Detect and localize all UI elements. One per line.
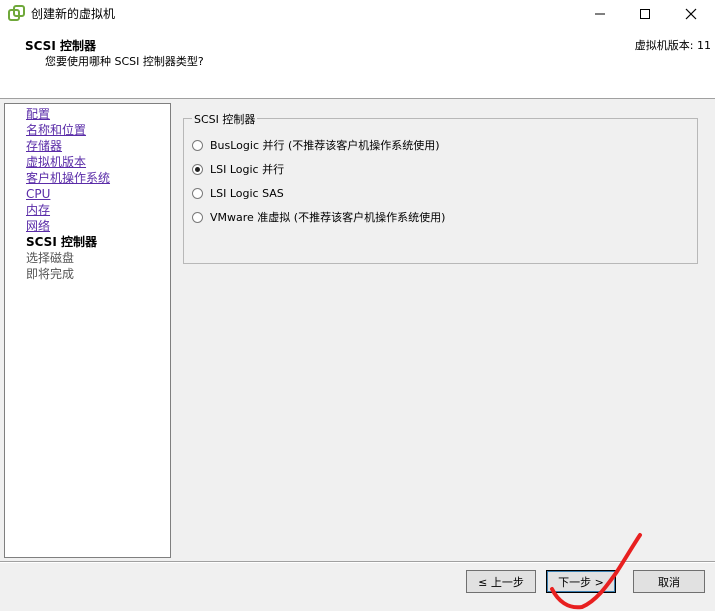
nav-step-network[interactable]: 网络 [26,218,50,234]
maximize-button[interactable] [622,0,668,28]
nav-step-cpu[interactable]: CPU [26,186,50,202]
back-button[interactable]: ≤ 上一步 [466,570,536,593]
nav-step-memory[interactable]: 内存 [26,202,50,218]
title-bar: 创建新的虚拟机 [0,0,715,29]
nav-step-scsi-controller: SCSI 控制器 [26,234,97,250]
option-label: BusLogic 并行 (不推荐该客户机操作系统使用) [210,137,440,153]
nav-step-name-location[interactable]: 名称和位置 [26,122,86,138]
wizard-steps-nav: 配置 名称和位置 存储器 虚拟机版本 客户机操作系统 CPU 内存 网络 SCS… [4,103,171,558]
next-button[interactable]: 下一步 > [546,570,616,593]
radio-vmware-paravirtual[interactable] [192,212,203,223]
option-lsi-logic-parallel[interactable]: LSI Logic 并行 [192,161,284,177]
option-label: LSI Logic SAS [210,187,284,200]
radio-buslogic[interactable] [192,140,203,151]
nav-step-select-disk: 选择磁盘 [26,250,74,266]
vmware-app-icon [8,5,26,23]
option-buslogic[interactable]: BusLogic 并行 (不推荐该客户机操作系统使用) [192,137,440,153]
nav-step-storage[interactable]: 存储器 [26,138,62,154]
minimize-button[interactable] [577,0,623,28]
radio-lsi-logic-parallel[interactable] [192,164,203,175]
wizard-header: SCSI 控制器 您要使用哪种 SCSI 控制器类型? 虚拟机版本: 11 [0,28,715,99]
page-subtitle: 您要使用哪种 SCSI 控制器类型? [45,53,204,69]
option-label: LSI Logic 并行 [210,161,284,177]
maximize-icon [639,8,651,20]
wizard-content: SCSI 控制器 BusLogic 并行 (不推荐该客户机操作系统使用) LSI… [176,103,711,558]
nav-step-ready: 即将完成 [26,266,74,282]
nav-step-vm-version[interactable]: 虚拟机版本 [26,154,86,170]
option-lsi-logic-sas[interactable]: LSI Logic SAS [192,185,284,201]
nav-step-guest-os[interactable]: 客户机操作系统 [26,170,110,186]
scsi-controller-group: SCSI 控制器 BusLogic 并行 (不推荐该客户机操作系统使用) LSI… [183,118,698,264]
cancel-button[interactable]: 取消 [633,570,705,593]
minimize-icon [594,8,606,20]
window-title: 创建新的虚拟机 [31,5,115,22]
page-title: SCSI 控制器 [25,37,96,54]
footer-separator [0,561,715,563]
vm-version-label: 虚拟机版本: 11 [635,37,711,53]
close-button[interactable] [668,0,714,28]
radio-lsi-logic-sas[interactable] [192,188,203,199]
nav-step-config[interactable]: 配置 [26,106,50,122]
option-vmware-paravirtual[interactable]: VMware 准虚拟 (不推荐该客户机操作系统使用) [192,209,445,225]
group-legend: SCSI 控制器 [192,111,257,127]
option-label: VMware 准虚拟 (不推荐该客户机操作系统使用) [210,209,445,225]
close-icon [685,8,697,20]
